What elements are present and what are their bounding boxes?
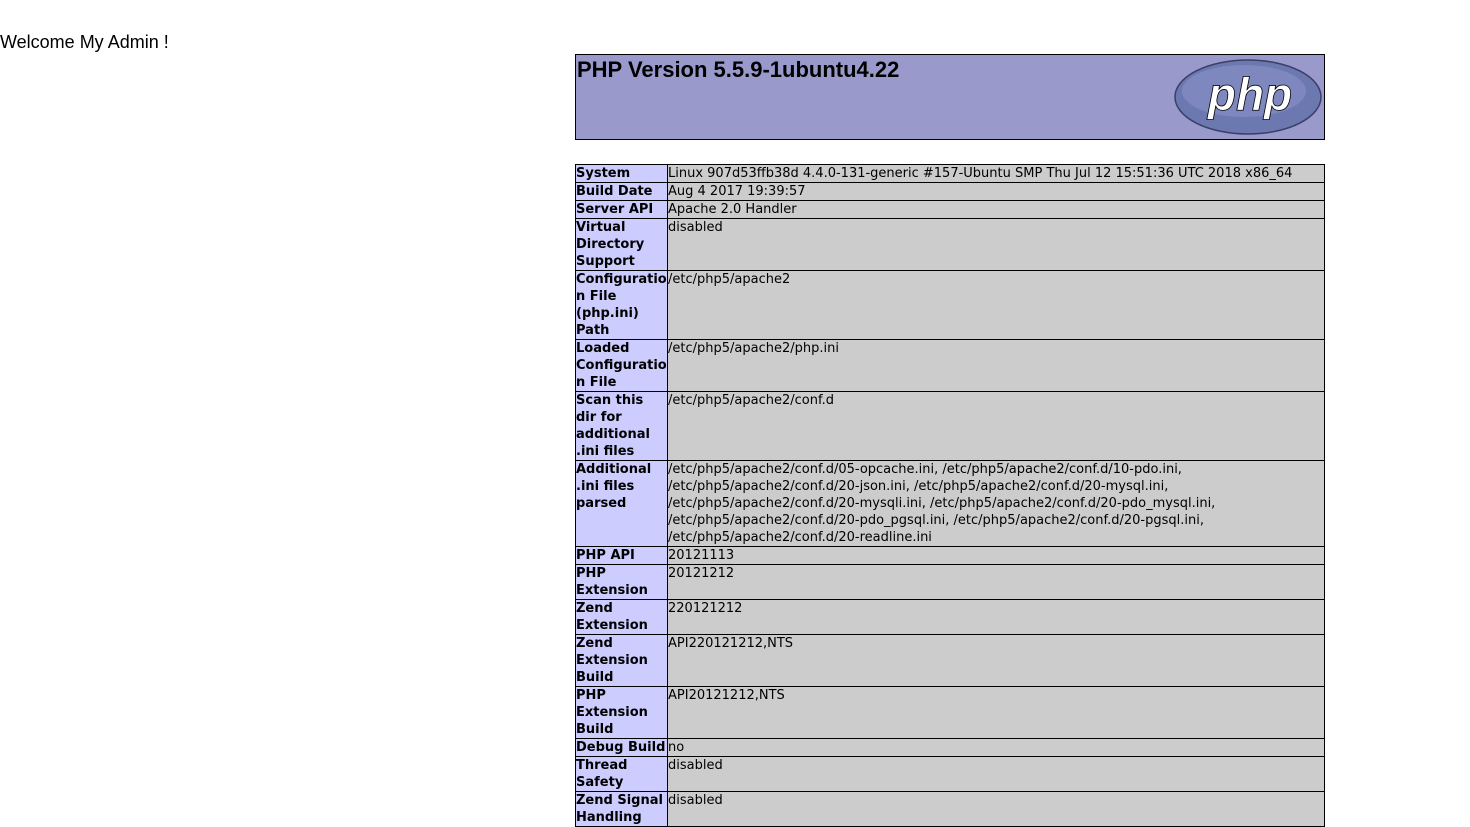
row-value: 20121212	[667, 564, 1325, 600]
php-logo-icon[interactable]: php	[1174, 58, 1322, 136]
row-label: Additional .ini files parsed	[575, 460, 668, 547]
table-row: System Linux 907d53ffb38d 4.4.0-131-gener…	[575, 164, 1325, 183]
row-label: PHP API	[575, 546, 668, 565]
table-row: Loaded Configuration File/etc/php5/apach…	[575, 339, 1325, 392]
php-logo-text: php	[1206, 68, 1292, 120]
table-row: Zend Extension 220121212	[575, 599, 1325, 635]
row-value: no	[667, 738, 1325, 757]
row-label: Zend Signal Handling	[575, 791, 668, 827]
row-label: Zend Extension Build	[575, 634, 668, 687]
table-row: Additional .ini files parsed/etc/php5/ap…	[575, 460, 1325, 547]
row-label: Thread Safety	[575, 756, 668, 792]
row-value: disabled	[667, 756, 1325, 792]
table-row: Build Date Aug 4 2017 19:39:57	[575, 182, 1325, 201]
row-label: Server API	[575, 200, 668, 219]
table-row: Scan this dir for additional .ini files /…	[575, 391, 1325, 461]
row-label: Virtual Directory Support	[575, 218, 668, 271]
row-label: PHP Extension	[575, 564, 668, 600]
row-label: Configuration File (php.ini) Path	[575, 270, 668, 340]
welcome-message: Welcome My Admin !	[0, 32, 169, 52]
row-value: 20121113	[667, 546, 1325, 565]
row-label: System	[575, 164, 668, 183]
table-row: Thread Safety disabled	[575, 756, 1325, 792]
row-label: Debug Build	[575, 738, 668, 757]
row-label: Loaded Configuration File	[575, 339, 668, 392]
row-value: /etc/php5/apache2/php.ini	[667, 339, 1325, 392]
row-value: API220121212,NTS	[667, 634, 1325, 687]
row-label: PHP Extension Build	[575, 686, 668, 739]
row-value: /etc/php5/apache2/conf.d	[667, 391, 1325, 461]
row-value: disabled	[667, 791, 1325, 827]
row-value: Apache 2.0 Handler	[667, 200, 1325, 219]
php-version-header: PHP Version 5.5.9-1ubuntu4.22 php	[575, 54, 1325, 140]
table-row: Zend Signal Handling disabled	[575, 791, 1325, 827]
page-title: PHP Version 5.5.9-1ubuntu4.22	[577, 57, 900, 82]
row-value: /etc/php5/apache2	[667, 270, 1325, 340]
row-value: 220121212	[667, 599, 1325, 635]
row-value: API20121212,NTS	[667, 686, 1325, 739]
row-label: Build Date	[575, 182, 668, 201]
table-row: PHP Extension 20121212	[575, 564, 1325, 600]
row-value: Linux 907d53ffb38d 4.4.0-131-generic #15…	[667, 164, 1325, 183]
table-row: Server API Apache 2.0 Handler	[575, 200, 1325, 219]
table-row: PHP API 20121113	[575, 546, 1325, 565]
table-row: Virtual Directory Support disabled	[575, 218, 1325, 271]
table-row: Zend Extension Build API220121212,NTS	[575, 634, 1325, 687]
row-label: Zend Extension	[575, 599, 668, 635]
php-info-table: System Linux 907d53ffb38d 4.4.0-131-gener…	[575, 164, 1325, 827]
table-row: Debug Build no	[575, 738, 1325, 757]
table-row: Configuration File (php.ini) Path/etc/ph…	[575, 270, 1325, 340]
row-value: /etc/php5/apache2/conf.d/05-opcache.ini,…	[667, 460, 1325, 547]
row-value: Aug 4 2017 19:39:57	[667, 182, 1325, 201]
row-value: disabled	[667, 218, 1325, 271]
table-row: PHP Extension Build API20121212,NTS	[575, 686, 1325, 739]
row-label: Scan this dir for additional .ini files	[575, 391, 668, 461]
